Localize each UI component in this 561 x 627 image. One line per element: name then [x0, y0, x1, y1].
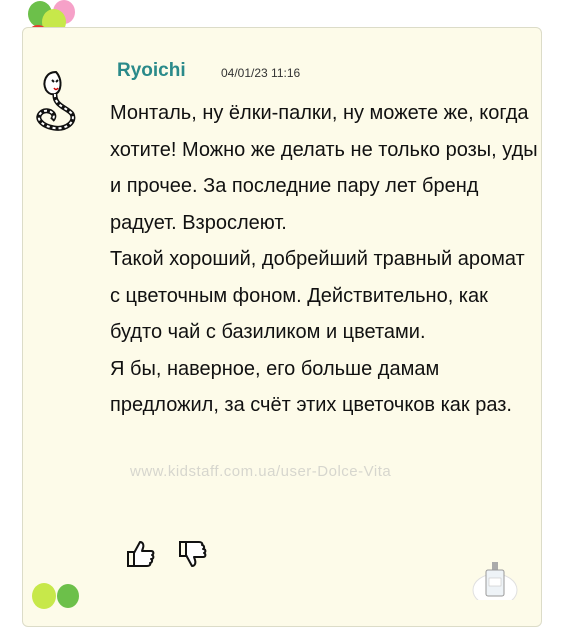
comment-paragraph: Я бы, наверное, его больше дамам предлож…: [110, 357, 512, 417]
perfume-bottle-icon: [472, 562, 518, 600]
comment-paragraph: Монталь, ну ёлки-палки, ну можете же, ко…: [110, 102, 538, 234]
comment-date: 04/01/23 11:16: [221, 66, 301, 80]
balloons-icon: [32, 583, 79, 609]
watermark: www.kidstaff.com.ua/user-Dolce-Vita: [130, 463, 392, 480]
cobra-icon: [36, 70, 76, 131]
comment-paragraph: Такой хороший, добрейший травный аромат …: [110, 248, 525, 343]
comment-author[interactable]: Ryoichi: [117, 60, 186, 82]
comment-text: Монталь, ну ёлки-палки, ну можете же, ко…: [110, 95, 540, 424]
thumbs-up-icon[interactable]: [125, 538, 157, 570]
thumbs-down-icon[interactable]: [177, 538, 209, 570]
